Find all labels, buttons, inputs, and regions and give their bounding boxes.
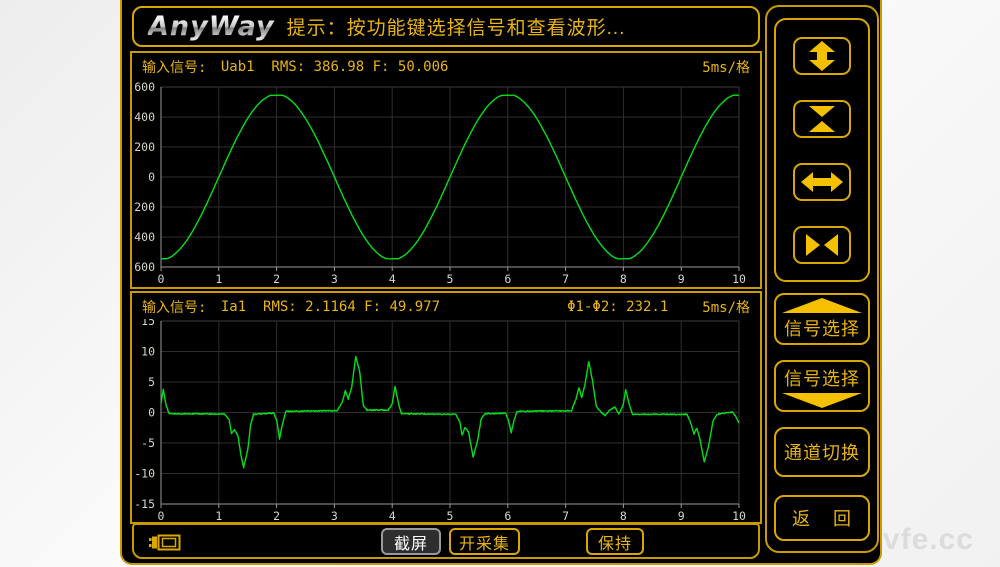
channel-switch-label: 通道切换 [784,439,860,465]
signal-select-down-label: 信号选择 [784,365,860,391]
channel-switch-button[interactable]: 通道切换 [774,427,870,477]
voltage-waveform-chart: 0 1 2 3 4 5 6 7 8 9 10 600 400 200 0 -200 -400 -600 [132,79,760,287]
svg-text:10: 10 [732,272,746,286]
freq-value: 49.977 [389,299,440,315]
svg-text:2: 2 [273,272,280,286]
svg-text:0: 0 [158,272,165,286]
hint-text: 提示：按功能键选择信号和查看波形... [287,13,626,40]
svg-text:1: 1 [215,272,222,286]
svg-text:4: 4 [389,272,396,286]
screenshot-label: 截屏 [394,530,428,554]
svg-text:1: 1 [215,509,222,522]
svg-text:10: 10 [141,345,155,359]
svg-text:8: 8 [620,272,627,286]
svg-text:5: 5 [148,375,155,389]
svg-text:9: 9 [678,272,685,286]
svg-text:2: 2 [273,509,280,522]
svg-text:3: 3 [331,272,338,286]
start-capture-button[interactable]: 开采集 [449,528,520,555]
vfe-watermark: vfe.cc [883,523,974,557]
back-label-right: 回 [833,505,852,531]
svg-text:0: 0 [148,170,155,184]
signal-name: Uab1 [221,59,255,75]
hold-button[interactable]: 保持 [586,528,644,555]
current-panel-header: 输入信号: Ia1 RMS: 2.1164 F: 49.977 Φ1-Φ2: 2… [132,293,760,319]
svg-text:-10: -10 [134,467,155,481]
voltage-panel: 输入信号: Uab1 RMS: 386.98 F: 50.006 5ms/格 0… [130,51,762,289]
svg-text:200: 200 [134,140,155,154]
svg-text:7: 7 [562,509,569,522]
compress-vertical-icon [800,104,844,134]
svg-text:0: 0 [148,406,155,420]
bottom-bar: 截屏 开采集 保持 [132,523,760,559]
svg-text:5: 5 [447,272,454,286]
expand-horizontal-icon [800,167,844,197]
rms-label: RMS: [255,59,314,75]
svg-text:4: 4 [389,509,396,522]
freq-label: F: [356,299,390,315]
title-bar: AnyWay 提示：按功能键选择信号和查看波形... [132,6,760,47]
expand-vertical-button[interactable] [793,37,851,75]
scale-button-group [774,18,870,282]
current-panel: 输入信号: Ia1 RMS: 2.1164 F: 49.977 Φ1-Φ2: 2… [130,291,762,524]
back-button[interactable]: 返 回 [774,495,870,541]
timebase-label: 5ms/格 [702,57,750,77]
function-key-sidebar: 信号选择 信号选择 通道切换 返 回 [765,5,879,553]
svg-text:3: 3 [331,509,338,522]
compress-horizontal-icon [800,230,844,260]
current-waveform-chart: 0 1 2 3 4 5 6 7 8 9 10 15 10 5 0 -5 -10 -15 [132,319,760,522]
svg-text:-200: -200 [132,200,155,214]
svg-text:6: 6 [504,272,511,286]
hold-label: 保持 [598,530,632,554]
analyzer-screen: AnyWay 提示：按功能键选择信号和查看波形... 输入信号: Uab1 RM… [120,0,882,565]
svg-text:-5: -5 [141,436,155,450]
expand-vertical-icon [800,41,844,71]
signal-name: Ia1 [221,299,246,315]
freq-value: 50.006 [398,59,449,75]
phase-readout: Φ1-Φ2: 232.1 [567,299,668,315]
svg-text:-15: -15 [134,497,155,511]
svg-text:7: 7 [562,272,569,286]
signal-select-up-button[interactable]: 信号选择 [774,293,870,345]
svg-text:8: 8 [620,509,627,522]
signal-select-down-button[interactable]: 信号选择 [774,360,870,412]
triangle-down-icon [782,393,862,408]
signal-label: 输入信号: [142,57,215,77]
rms-value: 386.98 [314,59,365,75]
svg-text:15: 15 [141,319,155,328]
svg-text:-600: -600 [132,260,155,274]
svg-text:600: 600 [134,80,155,94]
signal-label: 输入信号: [142,297,215,317]
rms-value: 2.1164 [305,299,356,315]
compress-horizontal-button[interactable] [793,226,851,264]
svg-text:0: 0 [158,509,165,522]
svg-text:400: 400 [134,110,155,124]
back-label-left: 返 [792,505,811,531]
svg-text:9: 9 [678,509,685,522]
voltage-panel-header: 输入信号: Uab1 RMS: 386.98 F: 50.006 5ms/格 [132,53,760,79]
svg-text:5: 5 [447,509,454,522]
battery-icon [148,533,182,553]
anyway-logo: AnyWay [148,11,275,42]
start-capture-label: 开采集 [459,530,510,554]
svg-text:10: 10 [732,509,746,522]
svg-text:6: 6 [504,509,511,522]
rms-label: RMS: [246,299,305,315]
signal-select-up-label: 信号选择 [784,315,860,341]
expand-horizontal-button[interactable] [793,163,851,201]
freq-label: F: [364,59,398,75]
screenshot-button[interactable]: 截屏 [381,528,441,555]
compress-vertical-button[interactable] [793,100,851,138]
svg-text:-400: -400 [132,230,155,244]
triangle-up-icon [782,298,862,313]
timebase-label: 5ms/格 [702,297,750,317]
